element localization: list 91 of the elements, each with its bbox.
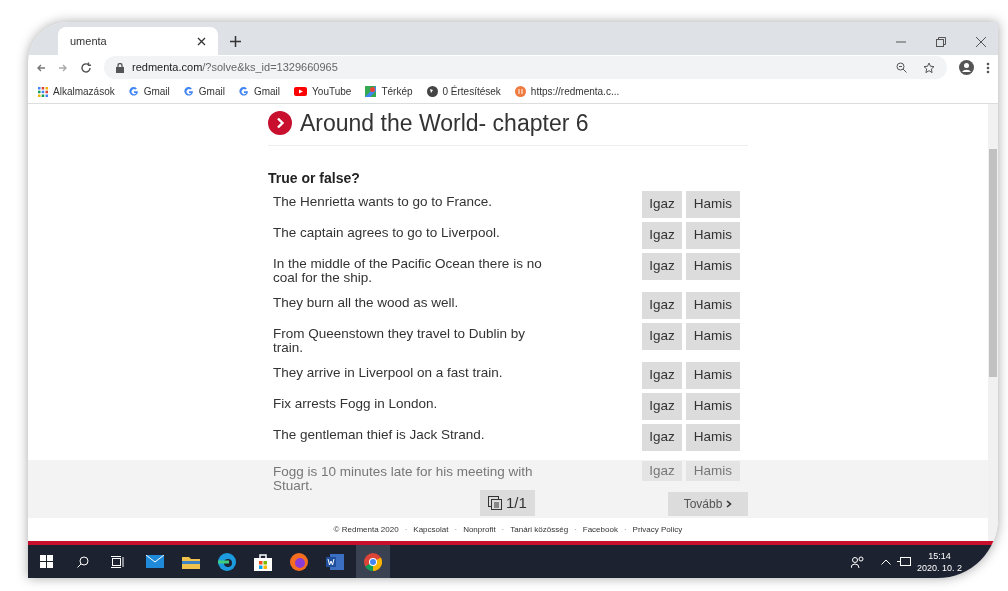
true-button[interactable]: Igaz <box>642 252 682 280</box>
word-icon[interactable] <box>326 553 344 570</box>
bookmark-link[interactable]: Térkép <box>365 84 413 99</box>
statement-text: They arrive in Liverpool on a fast train. <box>273 363 504 380</box>
zoom-icon[interactable] <box>896 62 907 73</box>
star-icon[interactable] <box>923 61 935 74</box>
google-g-icon <box>238 86 249 97</box>
clock-time: 15:14 <box>928 549 951 562</box>
task-view-icon[interactable] <box>111 555 124 568</box>
google-g-icon <box>128 86 139 97</box>
browser-tab[interactable]: umenta <box>58 27 218 55</box>
chevron-up-icon[interactable] <box>880 558 891 565</box>
bookmark-link[interactable]: Gmail <box>183 84 225 99</box>
new-tab-icon[interactable] <box>230 36 241 47</box>
folder-icon[interactable] <box>182 554 200 569</box>
footer-link[interactable]: Privacy Policy <box>632 524 683 536</box>
true-button[interactable]: Igaz <box>642 322 682 350</box>
reload-icon[interactable] <box>80 61 92 74</box>
pages-icon <box>488 496 502 510</box>
chevron-circle-icon <box>268 111 292 136</box>
statement-text: Fix arrests Fogg in London. <box>273 394 439 411</box>
statement-text: In the middle of the Pacific Ocean there is no coal for the ship. <box>273 254 543 285</box>
false-button[interactable]: Hamis <box>686 252 740 280</box>
map-pin-icon <box>365 86 377 97</box>
chrome-taskbar-button[interactable] <box>356 545 390 578</box>
true-button[interactable]: Igaz <box>642 221 682 249</box>
bookmark-link[interactable]: Alkalmazások <box>38 84 115 99</box>
separator-dot: · <box>574 524 577 536</box>
close-icon[interactable] <box>976 37 986 47</box>
separator-dot: · <box>454 524 458 536</box>
footer-link[interactable]: Nonprofit <box>463 524 496 536</box>
bookmark-link[interactable]: Gmail <box>238 84 281 99</box>
apps-grid-icon <box>38 86 48 97</box>
chevron-right-icon <box>726 500 733 508</box>
restore-icon[interactable] <box>936 37 946 47</box>
bookmark-link[interactable]: https://redmenta.c... <box>514 84 620 99</box>
true-button[interactable]: Igaz <box>642 291 682 319</box>
separator-dot: · <box>404 524 408 536</box>
close-icon[interactable] <box>197 36 206 46</box>
false-button[interactable]: Hamis <box>686 461 740 481</box>
people-icon[interactable] <box>850 555 865 568</box>
scrollbar[interactable] <box>988 104 998 541</box>
false-button[interactable]: Hamis <box>686 190 740 218</box>
statement-text: From Queenstown they travel to Dublin by train. <box>273 324 527 355</box>
statement-text: The captain agrees to go to Liverpool. <box>273 223 501 240</box>
url-text: redmenta.com/?solve&ks_id=1329660965 <box>132 60 338 76</box>
footer-link[interactable]: Kapcsolat <box>413 524 449 536</box>
question-heading: True or false? <box>268 168 361 188</box>
store-bag-icon[interactable] <box>254 552 272 571</box>
google-g-icon <box>183 86 194 97</box>
clock-date: 2020. 10. 2 <box>916 561 962 574</box>
false-button[interactable]: Hamis <box>686 392 740 420</box>
exercise-title: Around the World- chapter 6 <box>300 109 589 138</box>
false-button[interactable]: Hamis <box>686 291 740 319</box>
tab-title: umenta <box>70 33 107 49</box>
menu-icon[interactable] <box>986 61 990 74</box>
play-icon <box>294 87 308 96</box>
separator-dot: · <box>501 524 505 536</box>
separator-dot: · <box>623 524 627 536</box>
site-favicon-icon <box>514 86 526 97</box>
false-button[interactable]: Hamis <box>686 322 740 350</box>
true-button[interactable]: Igaz <box>642 461 682 481</box>
footer-link[interactable]: Tanári közösség <box>510 524 569 536</box>
profile-icon[interactable] <box>959 60 974 75</box>
lock-icon <box>116 62 124 73</box>
statement-text: They burn all the wood as well. <box>273 293 460 310</box>
false-button[interactable]: Hamis <box>686 221 740 249</box>
footer-link[interactable]: Facebook <box>582 524 618 536</box>
copyright-text: © Redmenta 2020 <box>333 524 399 536</box>
statement-text: The gentleman thief is Jack Strand. <box>273 425 486 442</box>
statement-text: The Henrietta wants to go to France. <box>273 192 494 209</box>
page-counter-button[interactable]: 1/1 <box>480 490 535 516</box>
clock[interactable]: 15:14 2020. 10. 2 <box>916 549 962 574</box>
search-icon[interactable] <box>77 555 89 568</box>
true-button[interactable]: Igaz <box>642 423 682 451</box>
bookmark-link[interactable]: Gmail <box>128 84 170 99</box>
true-button[interactable]: Igaz <box>642 392 682 420</box>
bookmark-link[interactable]: 0 Értesítések <box>426 84 501 99</box>
windows-start-icon[interactable] <box>40 555 53 568</box>
false-button[interactable]: Hamis <box>686 361 740 389</box>
address-bar[interactable]: redmenta.com/?solve&ks_id=1329660965 <box>104 56 947 79</box>
battery-icon[interactable] <box>896 557 911 566</box>
next-button[interactable]: Tovább <box>668 492 748 516</box>
bookmark-link[interactable]: YouTube <box>294 84 352 99</box>
true-button[interactable]: Igaz <box>642 361 682 389</box>
back-arrow-icon[interactable] <box>36 62 46 73</box>
mail-icon[interactable] <box>146 555 164 568</box>
false-button[interactable]: Hamis <box>686 423 740 451</box>
chrome-icon <box>364 552 382 571</box>
statement-text: Fogg is 10 minutes late for his meeting with Stuart. <box>273 463 534 493</box>
true-button[interactable]: Igaz <box>642 190 682 218</box>
